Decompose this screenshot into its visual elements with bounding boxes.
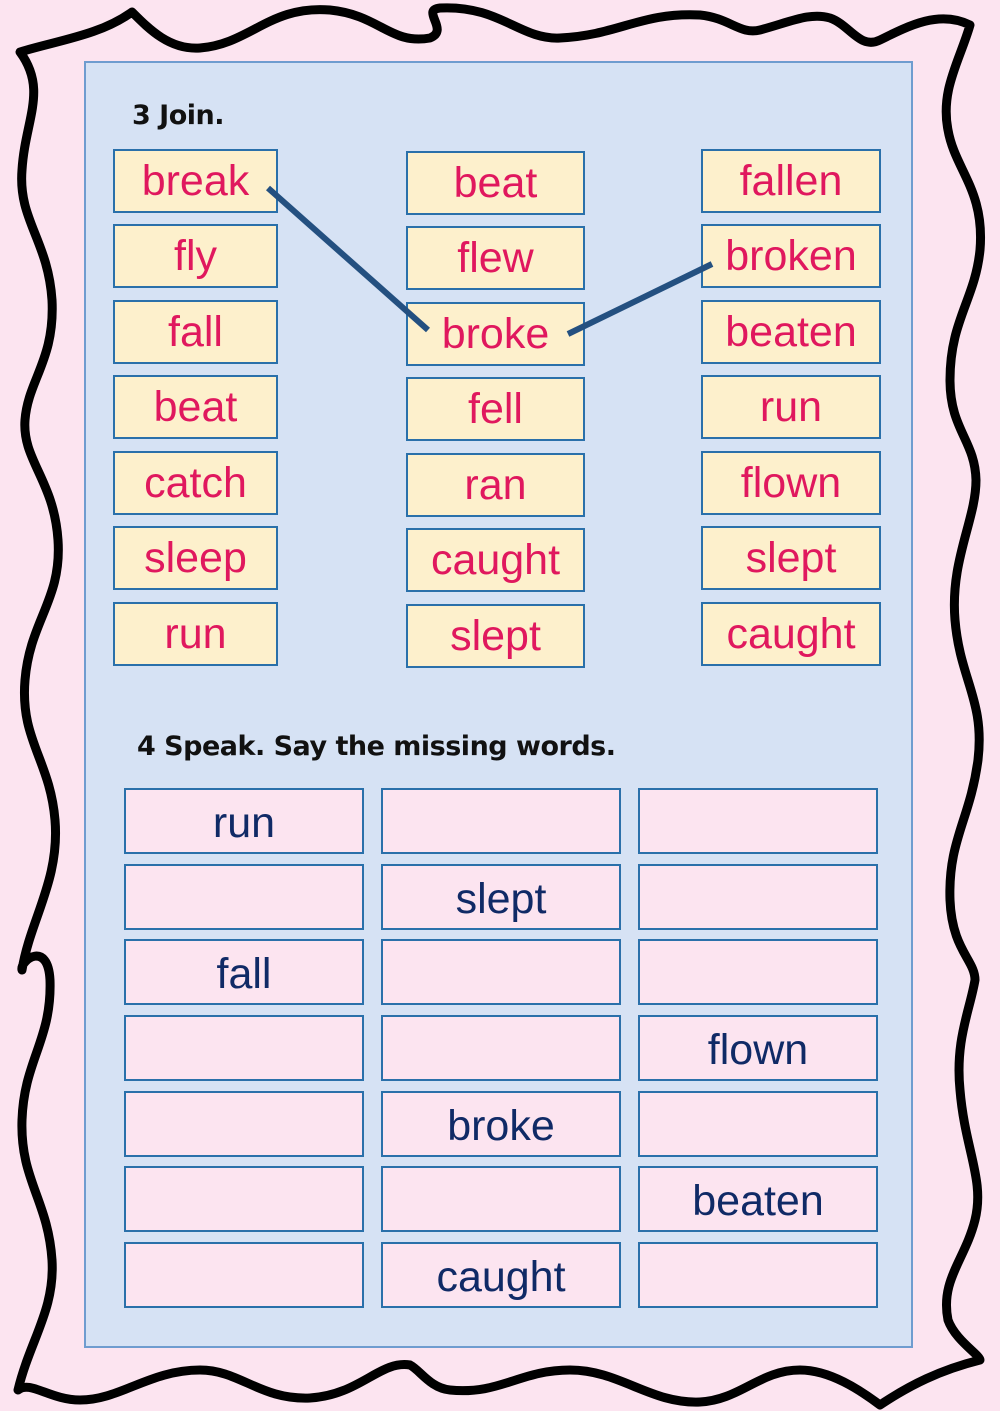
speak-cell — [638, 1242, 878, 1308]
join-word: flown — [740, 458, 842, 507]
speak-cell — [638, 939, 878, 1005]
speak-cell — [638, 1091, 878, 1157]
join-word-box[interactable]: broken — [701, 224, 881, 288]
speak-cell: slept — [381, 864, 621, 930]
speak-cell — [124, 1166, 364, 1232]
join-word-box[interactable]: sleep — [113, 526, 278, 590]
join-word-box[interactable]: caught — [406, 528, 585, 592]
join-word: fallen — [739, 156, 843, 205]
join-word: run — [759, 382, 823, 431]
join-word: catch — [144, 458, 247, 507]
join-word: ran — [464, 460, 527, 509]
join-word-box[interactable]: slept — [701, 526, 881, 590]
join-word-box[interactable]: fall — [113, 300, 278, 364]
join-word-box[interactable]: caught — [701, 602, 881, 666]
speak-cell — [124, 1091, 364, 1157]
speak-word: fall — [216, 949, 272, 998]
speak-cell: beaten — [638, 1166, 878, 1232]
speak-cell: caught — [381, 1242, 621, 1308]
join-word-box[interactable]: run — [701, 375, 881, 439]
join-word-box[interactable]: beaten — [701, 300, 881, 364]
join-word: run — [164, 609, 227, 658]
join-word-box[interactable]: fly — [113, 224, 278, 288]
join-word: broken — [725, 231, 857, 280]
join-word: flew — [457, 233, 534, 282]
speak-cell — [124, 1242, 364, 1308]
join-word-box[interactable]: beat — [406, 151, 585, 215]
join-word-box[interactable]: fell — [406, 377, 585, 441]
join-word-box[interactable]: broke — [406, 302, 585, 366]
speak-word: run — [212, 798, 276, 847]
join-word: fall — [168, 307, 223, 356]
speak-cell: broke — [381, 1091, 621, 1157]
join-word-box[interactable]: slept — [406, 604, 585, 668]
speak-word: flown — [707, 1025, 809, 1074]
speak-cell — [381, 1166, 621, 1232]
join-word: fly — [174, 231, 217, 280]
join-word-box[interactable]: fallen — [701, 149, 881, 213]
join-word: caught — [726, 609, 856, 658]
speak-word: slept — [455, 874, 547, 923]
join-word: sleep — [144, 533, 247, 582]
speak-cell: fall — [124, 939, 364, 1005]
join-word: slept — [450, 611, 541, 660]
speak-cell — [124, 1015, 364, 1081]
join-word-box[interactable]: ran — [406, 453, 585, 517]
join-word: broke — [441, 309, 550, 358]
join-word: beat — [153, 382, 238, 431]
speak-cell — [381, 788, 621, 854]
speak-cell: run — [124, 788, 364, 854]
join-word-box[interactable]: beat — [113, 375, 278, 439]
join-word-box[interactable]: break — [113, 149, 278, 213]
join-word-box[interactable]: flown — [701, 451, 881, 515]
join-word-box[interactable]: flew — [406, 226, 585, 290]
speak-cell — [381, 939, 621, 1005]
join-word: caught — [430, 535, 561, 584]
speak-cell — [638, 788, 878, 854]
speak-word: broke — [447, 1101, 555, 1150]
speak-word: beaten — [692, 1176, 824, 1225]
join-word: break — [141, 156, 250, 205]
speak-word: caught — [436, 1252, 566, 1301]
join-word: beaten — [725, 307, 857, 356]
exercise-4-heading: 4 Speak. Say the missing words. — [137, 731, 616, 762]
speak-cell — [381, 1015, 621, 1081]
join-word: beat — [453, 158, 538, 207]
speak-cell — [638, 864, 878, 930]
join-word: fell — [468, 384, 523, 433]
exercise-3-heading: 3 Join. — [132, 100, 225, 131]
speak-cell — [124, 864, 364, 930]
join-word: slept — [745, 533, 837, 582]
join-word-box[interactable]: run — [113, 602, 278, 666]
speak-cell: flown — [638, 1015, 878, 1081]
join-word-box[interactable]: catch — [113, 451, 278, 515]
